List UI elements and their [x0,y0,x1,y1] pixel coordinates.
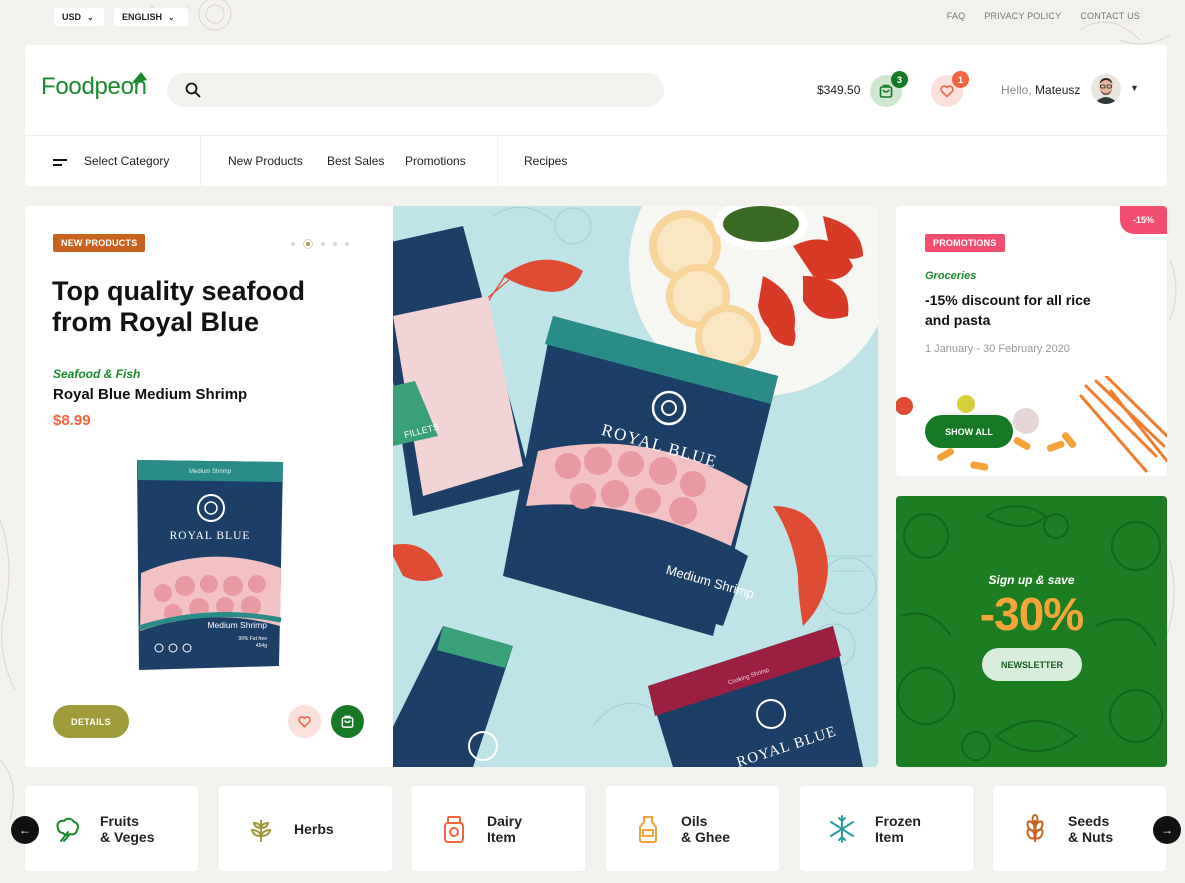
nav-item-recipes[interactable]: Recipes [524,154,567,168]
jar-icon [444,816,464,843]
product-name[interactable]: Royal Blue Medium Shrimp [53,386,247,403]
promotions-tag: PROMOTIONS [925,234,1005,252]
category-label: Herbs [294,820,334,837]
promotion-card: PROMOTIONS -15% Groceries -15% discount … [896,206,1167,476]
pack-type: Medium Shrimp [207,620,267,630]
language-value: ENGLISH [122,12,163,22]
slider-dot-active[interactable] [303,239,313,249]
nav-item-promotions[interactable]: Promotions [405,154,466,168]
details-button[interactable]: DETAILS [53,705,129,738]
herb-icon [250,820,272,842]
nav-item-new-products[interactable]: New Products [228,154,303,168]
site-header: Foodpeon $349.50 3 1 Hello, Mateusz ▼ Se… [25,45,1167,186]
user-name: Mateusz [1035,83,1081,97]
cart-button[interactable]: 3 [870,71,908,107]
privacy-policy-link[interactable]: PRIVACY POLICY [984,11,1061,21]
hero-seafood-image: FILLETS ROYAL BLUE Medium Shrimp ROYAL B… [393,206,878,767]
menu-icon[interactable] [53,158,67,168]
heart-icon [298,716,311,728]
broccoli-icon [56,817,80,842]
search-input[interactable] [201,73,664,107]
category-label: Dairy Item [487,812,523,845]
snowflake-icon [830,815,854,843]
cart-total: $349.50 [817,83,861,97]
newsletter-card: Sign up & save -30% NEWSLETTER [896,496,1167,767]
newsletter-button[interactable]: NEWSLETTER [982,648,1082,681]
wishlist-count-badge: 1 [952,71,969,88]
category-seeds-nuts[interactable]: Seeds & Nuts [993,786,1166,871]
user-greeting[interactable]: Hello, Mateusz [1001,83,1080,97]
select-category-dropdown[interactable]: Select Category [84,154,169,168]
category-strip: Fruits & Veges Herbs Dairy Item Oils & G… [25,786,1167,871]
new-products-tag: NEW PRODUCTS [53,234,146,252]
category-herbs[interactable]: Herbs [219,786,392,871]
bottle-icon [639,816,657,843]
cart-count-badge: 3 [891,71,908,88]
hero-product-card: NEW PRODUCTS Top quality seafood from Ro… [25,206,394,767]
basket-icon [879,84,893,98]
add-to-cart-button[interactable] [331,705,364,738]
category-label: Oils & Ghee [681,812,731,845]
nav-divider [497,136,498,186]
language-select[interactable]: ENGLISH ⌄ [114,8,188,26]
chevron-down-icon: ⌄ [168,12,175,22]
user-menu-chevron-icon[interactable]: ▼ [1130,83,1139,93]
category-prev-arrow-icon[interactable]: ← [11,816,39,844]
category-dairy-item[interactable]: Dairy Item [412,786,585,871]
pack-fat: 99% Fat free [238,636,267,642]
wishlist-button[interactable]: 1 [931,71,969,107]
slider-dot[interactable] [321,242,325,246]
wheat-icon [1026,814,1044,842]
add-to-wishlist-button[interactable] [288,705,321,738]
show-all-button[interactable]: SHOW ALL [925,415,1013,448]
product-price: $8.99 [53,412,91,429]
pack-top-label: Medium Shrimp [189,469,232,475]
top-links: FAQ PRIVACY POLICY CONTACT US [947,11,1140,21]
top-bar: USD ⌄ ENGLISH ⌄ FAQ PRIVACY POLICY CONTA… [54,8,1140,26]
promo-title: -15% discount for all rice and pasta [925,292,1091,328]
category-oils-ghee[interactable]: Oils & Ghee [606,786,779,871]
product-category: Seafood & Fish [53,367,141,381]
discount-ribbon: -15% [1120,206,1167,234]
faq-link[interactable]: FAQ [947,11,966,21]
category-frozen-item[interactable]: Frozen Item [800,786,973,871]
nav-divider [200,136,201,186]
pack-brand: ROYAL BLUE [170,530,251,542]
avatar-image [1091,74,1121,104]
nav-item-best-sales[interactable]: Best Sales [327,154,384,168]
slider-dot[interactable] [333,242,337,246]
shrimp-package-image: ROYAL BLUE Medium Shrimp Medium Shrimp 9… [137,460,283,670]
newsletter-tagline: Sign up & save [988,573,1075,587]
hero-title: Top quality seafood from Royal Blue [52,276,306,337]
search-icon[interactable] [185,82,201,98]
currency-select[interactable]: USD ⌄ [54,8,104,26]
category-label: Frozen Item [875,812,921,845]
slider-dot[interactable] [345,242,349,246]
contact-us-link[interactable]: CONTACT US [1080,11,1140,21]
promo-category: Groceries [925,270,977,282]
seafood-illustration: FILLETS ROYAL BLUE Medium Shrimp ROYAL B… [393,206,878,767]
category-next-arrow-icon[interactable]: → [1153,816,1181,844]
category-label: Seeds & Nuts [1068,812,1114,845]
currency-value: USD [62,12,82,22]
newsletter-discount: -30% [979,588,1084,640]
heart-icon [940,85,954,98]
promo-date: 1 January - 30 February 2020 [925,343,1070,355]
pack-weight: 454g [256,643,267,649]
category-label: Fruits & Veges [100,812,155,845]
search-bar[interactable] [167,73,664,107]
basket-icon [341,715,354,728]
slider-dot[interactable] [291,242,295,246]
main-nav: Select Category New Products Best Sales … [25,136,1167,186]
slider-dots [291,239,349,249]
logo-flag-icon [131,72,147,84]
category-fruits-veges[interactable]: Fruits & Veges [25,786,198,871]
chevron-down-icon: ⌄ [87,12,94,22]
avatar[interactable] [1091,74,1121,104]
greeting-text: Hello, [1001,83,1032,97]
